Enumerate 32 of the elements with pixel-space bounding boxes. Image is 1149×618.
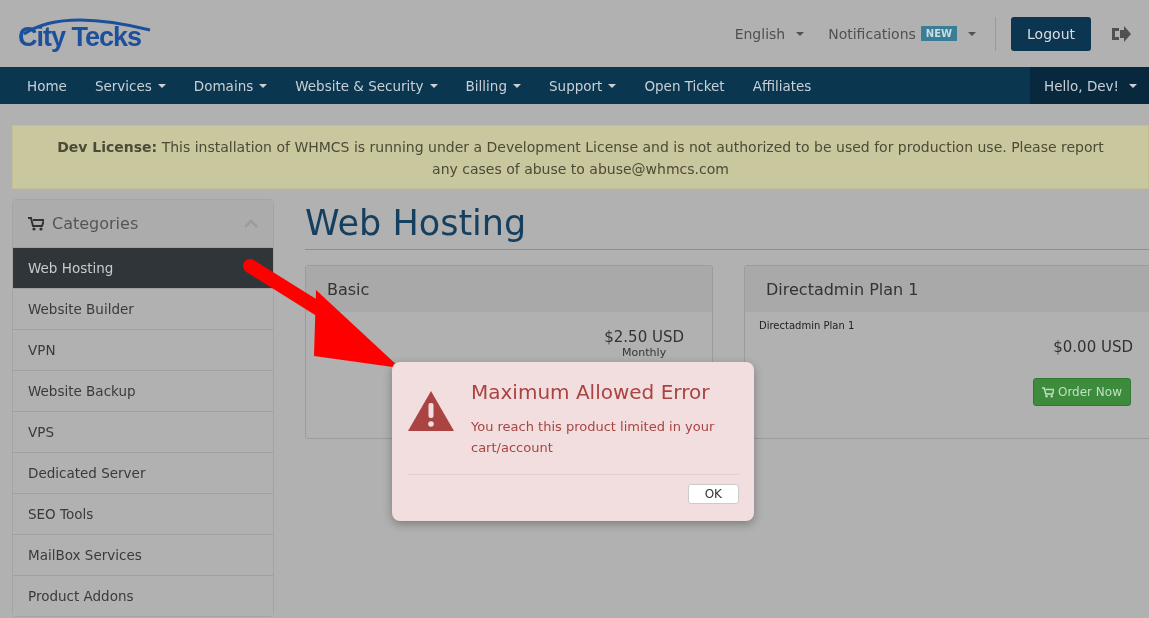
cart-icon xyxy=(1041,386,1054,398)
product-name: Basic xyxy=(306,266,712,312)
new-badge: NEW xyxy=(920,26,958,41)
nav-item[interactable]: Open Ticket xyxy=(630,67,739,104)
language-dropdown[interactable]: English xyxy=(734,25,805,42)
sidebar-title: Categories xyxy=(52,214,139,233)
dialog-title: Maximum Allowed Error xyxy=(471,380,711,404)
user-menu[interactable]: Hello, Dev! xyxy=(1030,67,1149,104)
nav-item[interactable]: Services xyxy=(80,67,180,104)
product-price: $0.00 USD xyxy=(1053,337,1133,356)
nav-item[interactable]: Home xyxy=(0,67,81,104)
logo[interactable]: City Tecks xyxy=(18,13,158,54)
page-title: Web Hosting xyxy=(305,203,1149,250)
product-name: Directadmin Plan 1 xyxy=(745,266,1149,312)
notifications-dropdown[interactable]: Notifications NEW xyxy=(828,25,977,42)
sign-out-icon[interactable] xyxy=(1111,25,1131,42)
category-item[interactable]: Web Hosting xyxy=(13,247,273,288)
category-item[interactable]: Product Addons xyxy=(13,575,273,616)
billing-cycle: Monthly xyxy=(622,346,667,359)
nav-item[interactable]: Billing xyxy=(451,67,535,104)
product-description: Directadmin Plan 1 xyxy=(759,320,855,331)
nav-item[interactable]: Domains xyxy=(179,67,282,104)
nav-item[interactable]: Support xyxy=(535,67,631,104)
nav-item[interactable]: Website & Security xyxy=(281,67,452,104)
cart-icon xyxy=(28,216,44,231)
ok-button[interactable]: OK xyxy=(687,484,739,504)
product-price: $2.50 USD xyxy=(604,328,684,346)
logout-button[interactable]: Logout xyxy=(1011,16,1091,51)
nav-item[interactable]: Affiliates xyxy=(738,67,826,104)
license-notice: Dev License: This installation of WHMCS is running under a Development License and is not authorized to be used for production use. Please report any cases of abuse to abuse@whmcs.com xyxy=(12,125,1149,189)
warning-icon xyxy=(407,390,455,432)
dialog-message: You reach this product limited in your cart/account xyxy=(471,418,716,457)
